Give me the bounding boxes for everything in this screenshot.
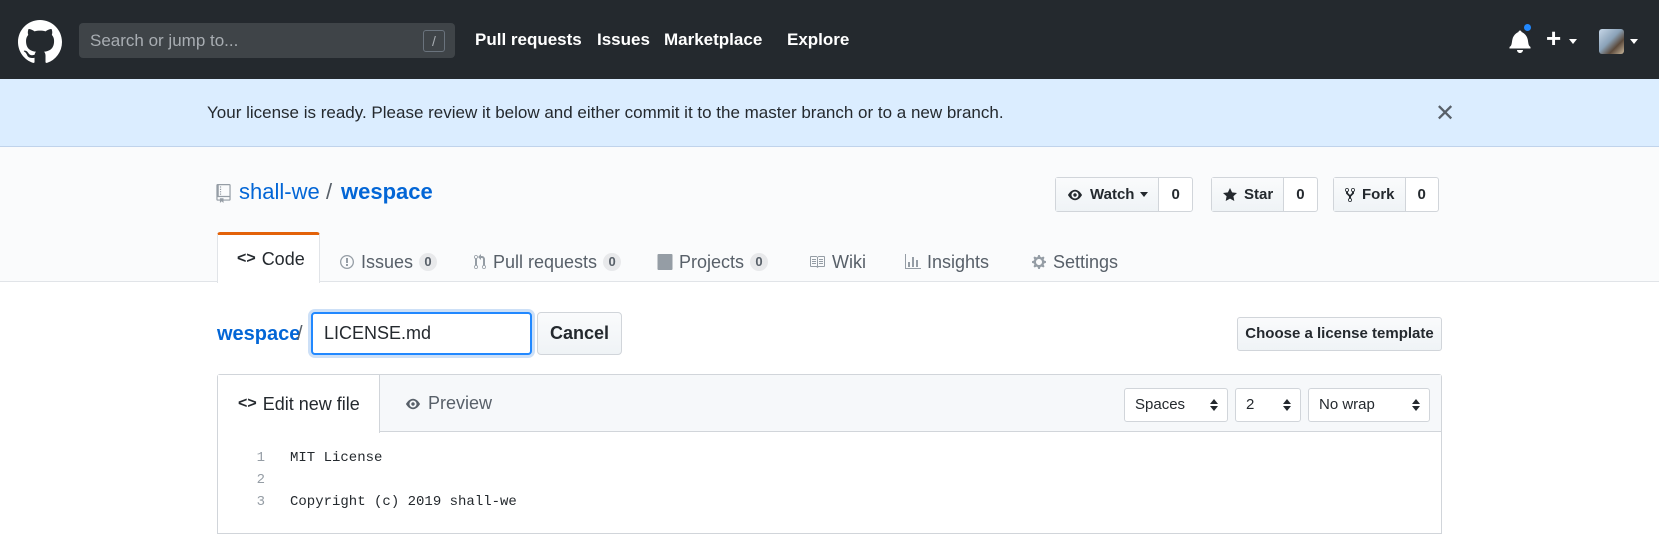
repo-icon: [216, 184, 231, 203]
tab-projects-label: Projects: [679, 251, 745, 272]
project-icon: [657, 254, 673, 270]
nav-issues[interactable]: Issues: [597, 30, 650, 50]
repo-path-separator: /: [326, 179, 333, 204]
preview-tab-label: Preview: [428, 393, 493, 413]
line-content: MIT License: [290, 450, 383, 466]
tab-insights[interactable]: Insights: [905, 242, 989, 282]
star-icon: [1223, 187, 1237, 201]
graph-icon: [905, 254, 921, 269]
nav-pull-requests[interactable]: Pull requests: [475, 30, 582, 50]
tab-edit-new-file[interactable]: <> Edit new file: [218, 375, 380, 433]
unread-notification-dot: [1522, 22, 1533, 33]
fork-button-group: Fork 0: [1333, 177, 1439, 212]
indent-mode-value: Spaces: [1135, 396, 1186, 413]
code-line[interactable]: 2: [218, 469, 1441, 491]
indent-size-value: 2: [1246, 396, 1255, 413]
repo-name-link[interactable]: wespace: [341, 179, 433, 205]
nav-marketplace[interactable]: Marketplace: [664, 30, 762, 50]
editor-toolbar: <> Edit new file Preview Spaces 2 No wra…: [218, 375, 1441, 433]
code-icon: <>: [238, 395, 257, 412]
star-button[interactable]: Star: [1212, 178, 1285, 211]
line-number: 2: [256, 472, 265, 488]
tab-code-label: Code: [261, 248, 305, 269]
code-icon: <>: [237, 250, 256, 267]
nav-explore[interactable]: Explore: [787, 30, 849, 50]
repo-owner-link[interactable]: shall-we: [239, 179, 320, 205]
wrap-mode-value: No wrap: [1319, 396, 1375, 413]
fork-count[interactable]: 0: [1405, 178, 1438, 211]
select-arrows-icon: [1283, 399, 1291, 411]
cancel-button[interactable]: Cancel: [537, 312, 622, 355]
star-label: Star: [1244, 186, 1274, 203]
pull-requests-counter: 0: [603, 253, 622, 271]
create-dropdown-caret-icon[interactable]: [1569, 39, 1577, 44]
star-count[interactable]: 0: [1284, 178, 1317, 211]
indent-mode-select[interactable]: Spaces: [1124, 388, 1228, 422]
tab-issues[interactable]: Issues 0: [339, 242, 438, 282]
create-new-icon[interactable]: +: [1546, 24, 1561, 52]
tab-code[interactable]: <> Code: [217, 232, 320, 283]
projects-counter: 0: [750, 253, 769, 271]
watch-button[interactable]: Watch: [1056, 178, 1160, 211]
tab-issues-label: Issues: [361, 251, 414, 272]
flash-message: Your license is ready. Please review it …: [207, 103, 1004, 122]
search-input[interactable]: Search or jump to... /: [79, 23, 455, 58]
gear-icon: [1032, 255, 1046, 269]
search-placeholder: Search or jump to...: [90, 31, 239, 50]
tab-pull-requests[interactable]: Pull requests 0: [473, 242, 622, 282]
book-icon: [810, 256, 825, 268]
indent-size-select[interactable]: 2: [1235, 388, 1301, 422]
tab-pull-requests-label: Pull requests: [493, 251, 598, 272]
eye-icon: [1068, 189, 1082, 200]
star-button-group: Star 0: [1211, 177, 1318, 212]
select-arrows-icon: [1210, 399, 1218, 411]
global-header: Search or jump to... / Pull requests Iss…: [0, 0, 1659, 79]
fork-button[interactable]: Fork: [1334, 178, 1406, 211]
tab-preview[interactable]: Preview: [404, 375, 492, 432]
flash-notice: Your license is ready. Please review it …: [0, 79, 1659, 147]
tab-projects[interactable]: Projects 0: [657, 242, 769, 282]
line-content: Copyright (c) 2019 shall-we: [290, 494, 517, 510]
repo-header: shall-we / wespace Watch 0 Star 0 Fork 0…: [0, 147, 1659, 283]
file-editor: <> Edit new file Preview Spaces 2 No wra…: [217, 374, 1442, 534]
tab-settings[interactable]: Settings: [1031, 242, 1118, 282]
line-number: 1: [256, 450, 265, 466]
wrap-mode-select[interactable]: No wrap: [1308, 388, 1430, 422]
issue-opened-icon: [340, 255, 354, 269]
line-number: 3: [256, 494, 265, 510]
breadcrumb-repo-link[interactable]: wespace: [217, 323, 300, 346]
watch-button-group: Watch 0: [1055, 177, 1193, 212]
code-line[interactable]: 3 Copyright (c) 2019 shall-we: [218, 491, 1441, 513]
watch-count[interactable]: 0: [1159, 178, 1192, 211]
tab-insights-label: Insights: [927, 251, 990, 272]
github-logo-icon[interactable]: [18, 20, 62, 64]
select-arrows-icon: [1412, 399, 1420, 411]
choose-license-template-button[interactable]: Choose a license template: [1237, 317, 1442, 351]
chevron-down-icon: [1140, 192, 1149, 197]
fork-icon: [1345, 187, 1355, 202]
avatar[interactable]: [1599, 29, 1624, 54]
edit-tab-label: Edit new file: [262, 393, 360, 414]
breadcrumb-separator: /: [297, 323, 303, 345]
filename-input[interactable]: LICENSE.md: [311, 312, 532, 355]
close-icon[interactable]: ✕: [1435, 99, 1455, 128]
slash-shortcut-icon: /: [423, 30, 445, 52]
tab-settings-label: Settings: [1053, 251, 1119, 272]
pull-request-icon: [474, 254, 486, 269]
watch-label: Watch: [1090, 186, 1135, 203]
eye-icon: [406, 398, 420, 409]
code-line[interactable]: 1 MIT License: [218, 447, 1441, 469]
issues-counter: 0: [419, 253, 438, 271]
tab-wiki[interactable]: Wiki: [808, 242, 866, 282]
fork-label: Fork: [1362, 186, 1395, 203]
tab-wiki-label: Wiki: [832, 251, 866, 272]
user-dropdown-caret-icon[interactable]: [1630, 39, 1638, 44]
